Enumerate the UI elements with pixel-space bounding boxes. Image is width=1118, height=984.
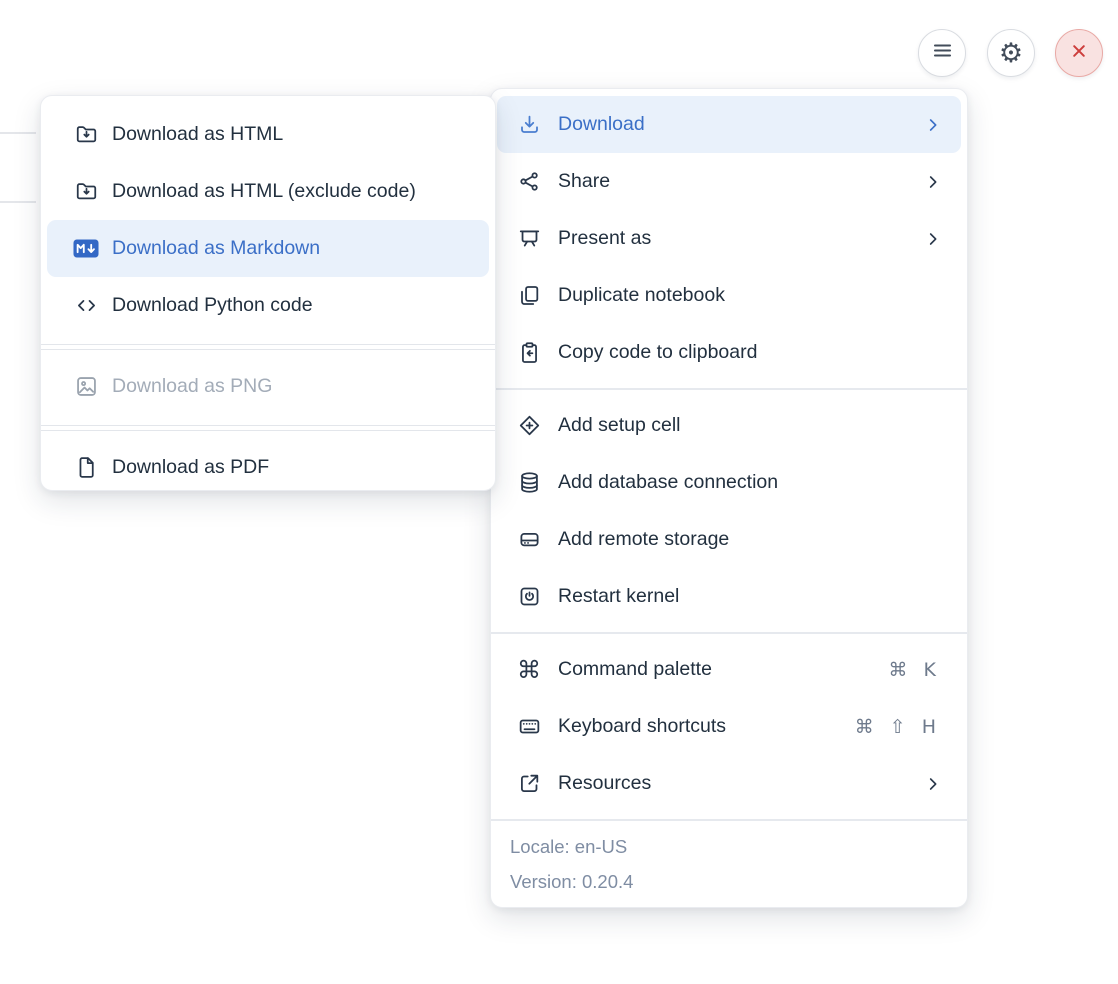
menu-section: Download as PDF [41, 439, 495, 496]
gear-icon: ⚙ [999, 40, 1023, 67]
menu-item-resources[interactable]: Resources [497, 755, 961, 812]
close-button[interactable] [1055, 29, 1103, 77]
menu-item-download-as-markdown[interactable]: Download as Markdown [47, 220, 489, 277]
menu-item-label: Keyboard shortcuts [558, 715, 855, 738]
menu-item-label: Copy code to clipboard [558, 341, 941, 364]
menu-item-download-as-png: Download as PNG [47, 358, 489, 415]
plus-diamond-icon [516, 413, 542, 439]
database-icon [516, 470, 542, 496]
menu-item-label: Add remote storage [558, 528, 941, 551]
menu-item-copy-code-to-clipboard[interactable]: Copy code to clipboard [497, 324, 961, 381]
menu-item-download-as-pdf[interactable]: Download as PDF [47, 439, 489, 496]
menu-section: ⌘ Command palette⌘ K Keyboard shortcuts⌘ ⇧… [491, 641, 967, 812]
menu-divider [491, 388, 967, 390]
presentation-icon [516, 226, 542, 252]
menu-item-duplicate-notebook[interactable]: Duplicate notebook [497, 267, 961, 324]
image-icon [73, 374, 99, 400]
menu-item-label: Download as HTML (exclude code) [112, 180, 471, 203]
menu-item-label: Download [558, 113, 925, 136]
folder-download-icon [73, 179, 99, 205]
storage-icon [516, 527, 542, 553]
menu-item-download-python-code[interactable]: Download Python code [47, 277, 489, 334]
chevron-right-icon [925, 776, 941, 792]
hamburger-menu-button[interactable] [918, 29, 966, 77]
command-icon: ⌘ [516, 657, 542, 683]
menu-item-download-as-html-exclude-code[interactable]: Download as HTML (exclude code) [47, 163, 489, 220]
menu-divider [491, 632, 967, 634]
menu-section: Download as HTML Download as HTML (exclud… [41, 106, 495, 334]
menu-item-label: Command palette [558, 658, 889, 681]
shortcut-hint: ⌘ ⇧ H [855, 716, 941, 738]
menu-item-label: Add setup cell [558, 414, 941, 437]
menu-section: Download as PNG [41, 358, 495, 415]
menu-item-command-palette[interactable]: ⌘ Command palette⌘ K [497, 641, 961, 698]
menu-item-label: Restart kernel [558, 585, 941, 608]
duplicate-icon [516, 283, 542, 309]
menu-item-share[interactable]: Share [497, 153, 961, 210]
hamburger-icon [930, 38, 955, 68]
markdown-download-icon [73, 236, 99, 262]
menu-item-present-as[interactable]: Present as [497, 210, 961, 267]
menu-item-add-database-connection[interactable]: Add database connection [497, 454, 961, 511]
menu-item-label: Download as PDF [112, 456, 471, 479]
share-icon [516, 169, 542, 195]
clipboard-copy-icon [516, 340, 542, 366]
background-rule-line [0, 132, 36, 134]
menu-item-label: Share [558, 170, 925, 193]
menu-item-add-remote-storage[interactable]: Add remote storage [497, 511, 961, 568]
menu-item-label: Duplicate notebook [558, 284, 941, 307]
file-icon [73, 455, 99, 481]
menu-item-label: Add database connection [558, 471, 941, 494]
external-link-icon [516, 771, 542, 797]
menu-item-download-as-html[interactable]: Download as HTML [47, 106, 489, 163]
menu-item-label: Resources [558, 772, 925, 795]
menu-item-keyboard-shortcuts[interactable]: Keyboard shortcuts⌘ ⇧ H [497, 698, 961, 755]
settings-button[interactable]: ⚙ [987, 29, 1035, 77]
power-icon [516, 584, 542, 610]
menu-item-label: Download Python code [112, 294, 471, 317]
code-icon [73, 293, 99, 319]
notebook-options-menu: Download Share Present as Duplicate noteboo… [490, 88, 968, 908]
locale-text: Locale: en-US [491, 829, 967, 864]
menu-footer: Locale: en-USVersion: 0.20.4 [491, 819, 967, 905]
chevron-right-icon [925, 174, 941, 190]
close-icon [1067, 39, 1091, 68]
menu-item-label: Download as HTML [112, 123, 471, 146]
menu-item-download[interactable]: Download [497, 96, 961, 153]
menu-item-label: Present as [558, 227, 925, 250]
menu-divider [41, 425, 495, 431]
keyboard-icon [516, 714, 542, 740]
chevron-right-icon [925, 117, 941, 133]
download-submenu: Download as HTML Download as HTML (exclud… [40, 95, 496, 491]
shortcut-hint: ⌘ K [889, 659, 942, 681]
chevron-right-icon [925, 231, 941, 247]
menu-divider [41, 344, 495, 350]
menu-item-label: Download as PNG [112, 375, 471, 398]
menu-section: Add setup cell Add database connection Add… [491, 397, 967, 625]
menu-section: Download Share Present as Duplicate noteboo… [491, 96, 967, 381]
version-text: Version: 0.20.4 [491, 864, 967, 899]
menu-item-label: Download as Markdown [112, 237, 471, 260]
folder-download-icon [73, 122, 99, 148]
menu-item-add-setup-cell[interactable]: Add setup cell [497, 397, 961, 454]
download-icon [516, 112, 542, 138]
background-rule-line [0, 201, 36, 203]
menu-item-restart-kernel[interactable]: Restart kernel [497, 568, 961, 625]
